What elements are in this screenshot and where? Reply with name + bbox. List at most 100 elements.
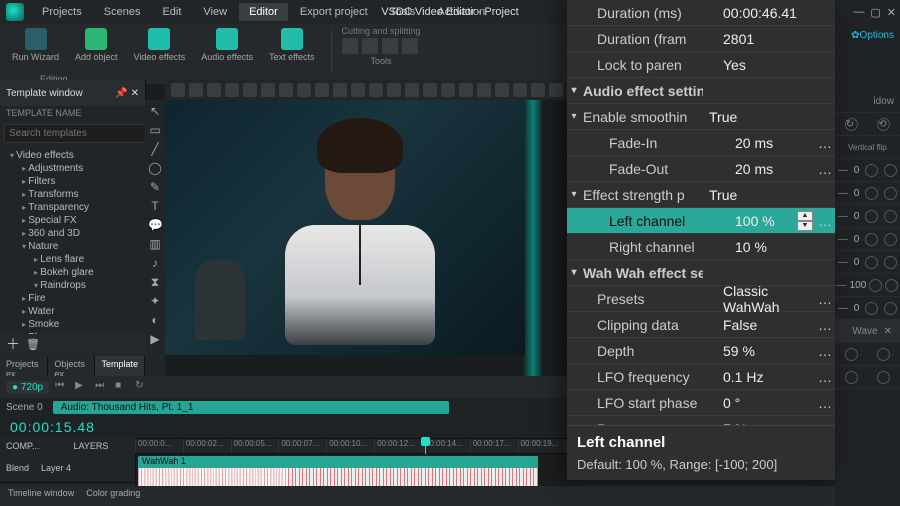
template-search-input[interactable] [4,124,146,143]
loop-icon[interactable] [877,348,890,361]
stop-icon[interactable]: ■ [115,380,129,394]
audio-tool-icon[interactable]: ♪ [148,256,162,270]
menu-activation[interactable]: Activation [427,3,495,21]
loop-icon[interactable]: ↻ [135,380,149,394]
preview-viewport[interactable] [165,100,525,355]
prop-smoothing-value[interactable]: True [703,109,835,125]
tab-template[interactable]: Template ... [95,356,145,376]
step-back-icon[interactable]: ⏮ [55,380,69,394]
doc-tool-12-icon[interactable] [387,83,401,97]
loop-row-icon[interactable] [884,233,897,246]
expander-icon[interactable]: ▾ [567,189,581,200]
more-icon[interactable]: … [815,135,835,151]
reset-row-icon[interactable] [865,187,878,200]
loop-row-icon[interactable] [885,279,898,292]
doc-tool-0-icon[interactable] [171,83,185,97]
doc-tool-8-icon[interactable] [315,83,329,97]
prop-value[interactable]: 0.1 Hz [717,369,815,385]
menu-export[interactable]: Export project [290,3,378,21]
tab-projects-explorer[interactable]: Projects ex... [0,356,48,376]
menu-view[interactable]: View [193,3,237,21]
tree-node[interactable]: Bokeh glare [0,266,145,279]
menu-scenes[interactable]: Scenes [94,3,151,21]
doc-tool-15-icon[interactable] [441,83,455,97]
split-tool-icon[interactable] [362,38,378,54]
spray-tool-icon[interactable]: ✦ [148,294,162,308]
prop-fadein-value[interactable]: 20 ms [729,135,815,151]
doc-tool-17-icon[interactable] [477,83,491,97]
prop-duration-ms-value[interactable]: 00:00:46.41 [717,5,835,21]
expander-icon[interactable]: ▾ [567,111,581,122]
reset-row-icon[interactable] [869,279,882,292]
tree-node[interactable]: Water [0,305,145,318]
resolution-indicator[interactable]: ● 720p [6,381,49,394]
doc-tool-13-icon[interactable] [405,83,419,97]
ribbon-add-object[interactable]: Add object [69,26,124,64]
menu-edit[interactable]: Edit [152,3,191,21]
reset-row-icon[interactable] [865,210,878,223]
tree-node[interactable]: Lens flare [0,253,145,266]
bottom-tab-color[interactable]: Color grading [86,488,140,504]
prop-value[interactable]: 59 % [717,343,815,359]
doc-tool-21-icon[interactable] [549,83,563,97]
refresh-icon[interactable]: ↻ [845,118,858,131]
close-mini-icon[interactable]: ✕ [884,326,892,337]
rect-tool-icon[interactable]: ▭ [148,123,162,137]
more-icon[interactable]: … [815,369,835,385]
sliver-value[interactable]: 0 [854,211,860,222]
pointer-tool-icon[interactable]: ↖ [148,104,162,118]
prop-lock-parent-value[interactable]: Yes [717,57,835,73]
loop-row-icon[interactable] [884,302,897,315]
cut-tool-icon[interactable] [342,38,358,54]
prop-value[interactable]: False [717,317,815,333]
tree-node[interactable]: 360 and 3D [0,227,145,240]
prop-right-channel-value[interactable]: 10 % [729,239,835,255]
scene-tab[interactable]: Scene 0 [6,402,43,413]
prop-fadeout-value[interactable]: 20 ms [729,161,815,177]
pin-icon[interactable]: 📌 ✕ [115,88,139,99]
doc-tool-6-icon[interactable] [279,83,293,97]
tree-node[interactable]: Raindrops [0,279,145,292]
loop-icon[interactable] [877,371,890,384]
step-fwd-icon[interactable]: ⏭ [95,380,109,394]
prop-left-channel-value[interactable]: 100 %▲▼ [729,211,815,231]
sliver-value[interactable]: 0 [854,303,860,314]
prop-value[interactable]: 0 ° [717,395,815,411]
tooltip-tool-icon[interactable]: 💬 [148,218,162,232]
tab-objects-explorer[interactable]: Objects ex... [48,356,95,376]
sliver-value[interactable]: 100 [850,280,867,291]
reset-row-icon[interactable] [865,302,878,315]
sliver-value[interactable]: 0 [854,188,860,199]
menu-editor[interactable]: Editor [239,3,288,21]
chart-tool-icon[interactable]: ▥ [148,237,162,251]
ribbon-wizard[interactable]: Run Wizard [6,26,65,64]
mask-tool-icon[interactable]: ◐ [148,313,162,327]
clip-tab[interactable]: Audio: Thousand Hits, Pt. 1_1 [53,401,449,414]
tree-node[interactable]: Smoke [0,318,145,331]
expander-icon[interactable]: ▾ [567,85,581,96]
spinner-control[interactable]: ▲▼ [797,211,813,231]
tree-node[interactable]: Special FX [0,214,145,227]
reset-row-icon[interactable] [865,233,878,246]
more-icon[interactable]: … [815,317,835,333]
loop-row-icon[interactable] [884,164,897,177]
sliver-value[interactable]: 0 [854,234,860,245]
vflip-label[interactable]: Vertical flip [848,143,887,152]
doc-tool-16-icon[interactable] [459,83,473,97]
tree-node[interactable]: Transparency [0,201,145,214]
text-tool-icon[interactable]: T [148,199,162,213]
loop-icon[interactable] [845,371,858,384]
doc-tool-20-icon[interactable] [531,83,545,97]
doc-tool-18-icon[interactable] [495,83,509,97]
reset-icon[interactable]: ⟲ [877,118,890,131]
layer-label[interactable]: Layer 4 [41,463,71,473]
more-icon[interactable]: … [815,161,835,177]
loop-row-icon[interactable] [884,256,897,269]
expander-icon[interactable]: ▾ [567,267,581,278]
strip-layers[interactable]: LAYERS [68,438,136,454]
more-icon[interactable]: … [815,213,835,229]
video-tool-icon[interactable]: ▶ [148,332,162,346]
doc-tool-11-icon[interactable] [369,83,383,97]
tree-node[interactable]: Fire [0,292,145,305]
options-button[interactable]: ✿Options [851,30,894,41]
